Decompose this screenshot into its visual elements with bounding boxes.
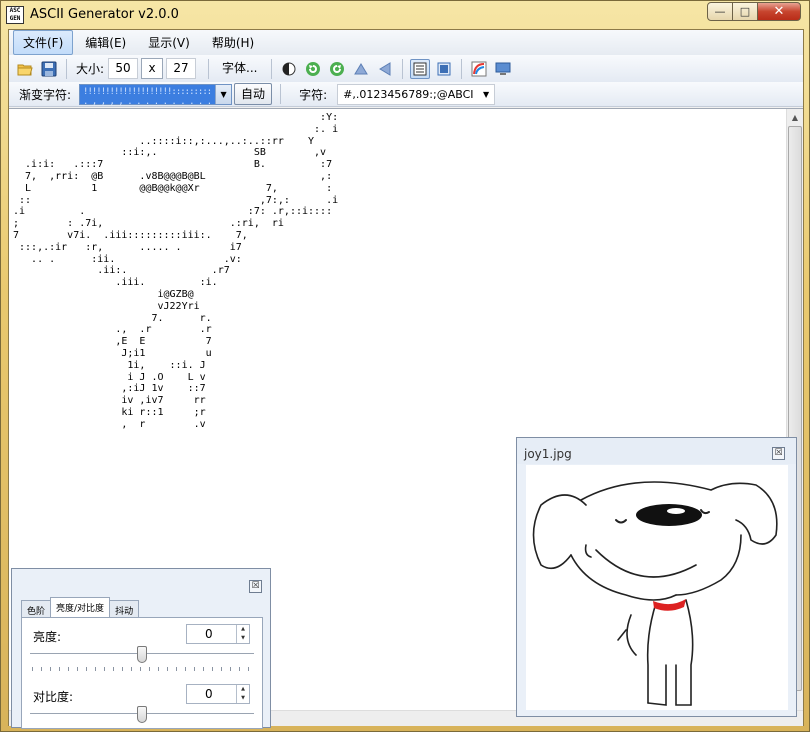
spinner-arrows-icon[interactable]: ▲ ▼ — [236, 685, 249, 703]
chevron-down-icon[interactable]: ▼ — [478, 84, 495, 104]
contrast-label: 对比度: — [33, 690, 74, 704]
chars-combo[interactable]: #,.0123456789:;@ABCI ▼ — [337, 83, 496, 105]
title-bar[interactable]: ASC GEN ASCII Generator v2.0.0 — □ ✕ — [1, 1, 809, 29]
contrast-spinner[interactable]: 0 ▲ ▼ — [186, 684, 250, 704]
contrast-value[interactable]: 0 — [205, 687, 213, 701]
toolbar-separator — [460, 58, 462, 79]
image-preview-window[interactable]: joy1.jpg ☒ — [516, 437, 797, 717]
adjustment-panel[interactable]: ☒ 色阶 亮度/对比度 抖动 亮度: 0 ▲ ▼ 对比度: 0 ▲ ▼ — [11, 568, 271, 729]
app-icon: ASC GEN — [6, 6, 24, 24]
flip-vertical-icon[interactable] — [351, 59, 371, 79]
contrast-slider-thumb[interactable] — [137, 706, 147, 723]
close-icon[interactable]: ☒ — [772, 447, 785, 460]
caption-buttons: — □ ✕ — [707, 2, 801, 21]
preview-icon[interactable] — [493, 59, 513, 79]
ascii-art-text[interactable]: :Y: :. i ..::::i::,:...,..:..::rr Y ::i:… — [13, 112, 338, 431]
gradient-value: !!!!!!!!!!!!!!!!!!!!::::::::: ;. . , , ,… — [83, 86, 225, 107]
chars-value: #,.0123456789:;@ABCI — [343, 87, 474, 101]
image-view-icon[interactable] — [434, 59, 454, 79]
lock-ratio-button[interactable]: x — [141, 58, 164, 79]
text-view-icon[interactable] — [409, 58, 430, 79]
gradient-combo[interactable]: !!!!!!!!!!!!!!!!!!!!::::::::: ;. . , , ,… — [79, 83, 233, 107]
size-label: 大小: — [76, 62, 105, 76]
chevron-down-icon[interactable]: ▼ — [215, 84, 232, 104]
brightness-label: 亮度: — [33, 630, 62, 644]
tab-levels[interactable]: 色阶 — [21, 600, 52, 617]
window-title: ASCII Generator v2.0.0 — [30, 7, 179, 22]
scroll-up-icon[interactable]: ▲ — [787, 109, 803, 126]
width-field[interactable]: 50 — [108, 58, 139, 79]
rotate-right-icon[interactable] — [327, 59, 347, 79]
tab-dither[interactable]: 抖动 — [109, 600, 140, 617]
menu-bar: 文件(F) 编辑(E) 显示(V) 帮助(H) — [9, 30, 803, 55]
adjustment-tabs: 色阶 亮度/对比度 抖动 — [21, 597, 140, 617]
minimize-button[interactable]: — — [707, 2, 733, 21]
brightness-contrast-body: 亮度: 0 ▲ ▼ 对比度: 0 ▲ ▼ — [21, 617, 263, 729]
font-button[interactable]: 字体... — [214, 58, 265, 80]
tab-brightness-contrast[interactable]: 亮度/对比度 — [50, 597, 111, 617]
height-field[interactable]: 27 — [166, 58, 197, 79]
close-button[interactable]: ✕ — [757, 2, 801, 21]
toolbar-separator — [208, 58, 210, 79]
app-window: ASC GEN ASCII Generator v2.0.0 — □ ✕ 文件(F… — [0, 0, 810, 732]
image-window-header[interactable]: joy1.jpg ☒ — [517, 438, 796, 464]
rotate-left-icon[interactable] — [303, 59, 323, 79]
main-toolbar: 大小: 50 x 27 字体... — [9, 55, 803, 82]
invert-icon[interactable] — [279, 59, 299, 79]
menu-edit[interactable]: 编辑(E) — [75, 30, 136, 55]
flip-horizontal-icon[interactable] — [375, 59, 395, 79]
chars-label: 字符: — [299, 87, 328, 102]
chars-toolbar: 渐变字符: !!!!!!!!!!!!!!!!!!!!::::::::: ;. .… — [9, 82, 803, 107]
toolbar-separator — [280, 84, 282, 104]
toolbar-separator — [66, 58, 67, 79]
gradient-label: 渐变字符: — [19, 87, 72, 102]
open-folder-icon[interactable] — [15, 59, 35, 79]
toolbar-separator — [401, 58, 403, 79]
brightness-slider-thumb[interactable] — [137, 646, 147, 663]
source-image — [526, 465, 788, 710]
maximize-button[interactable]: □ — [732, 2, 758, 21]
menu-view[interactable]: 显示(V) — [138, 30, 200, 55]
auto-button[interactable]: 自动 — [234, 83, 273, 105]
toolbar-separator — [270, 58, 272, 79]
save-icon[interactable] — [39, 59, 59, 79]
brightness-slider-ticks — [32, 667, 252, 671]
menu-help[interactable]: 帮助(H) — [202, 30, 264, 55]
close-icon[interactable]: ☒ — [249, 580, 262, 593]
brightness-spinner[interactable]: 0 ▲ ▼ — [186, 624, 250, 644]
spinner-arrows-icon[interactable]: ▲ ▼ — [236, 625, 249, 643]
image-window-title: joy1.jpg — [524, 447, 572, 461]
color-icon[interactable] — [469, 59, 489, 79]
menu-file[interactable]: 文件(F) — [13, 30, 74, 55]
brightness-value[interactable]: 0 — [205, 627, 213, 641]
